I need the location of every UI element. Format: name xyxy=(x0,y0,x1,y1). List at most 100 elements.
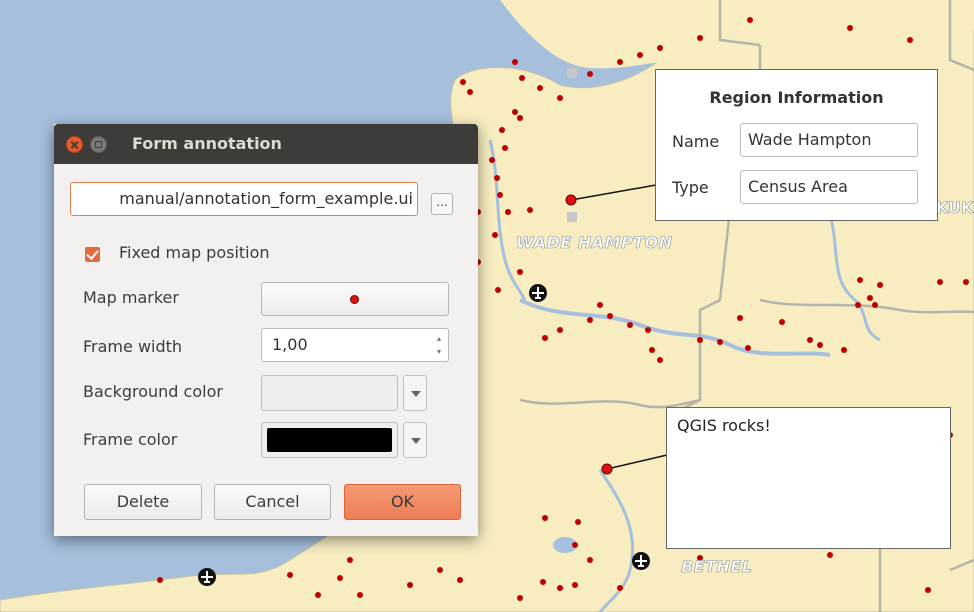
airport-icon xyxy=(529,284,547,302)
fixed-map-position-checkbox[interactable] xyxy=(85,247,100,262)
marker-symbol-icon xyxy=(350,295,359,304)
frame-color-button[interactable] xyxy=(261,422,398,458)
map-point xyxy=(517,115,523,121)
map-point xyxy=(575,519,581,525)
spin-arrows-icon[interactable]: ▴ ▾ xyxy=(434,332,444,358)
close-icon[interactable] xyxy=(66,136,83,153)
map-point xyxy=(492,232,498,238)
map-point xyxy=(877,282,883,288)
map-point xyxy=(747,17,753,23)
dialog-titlebar[interactable]: Form annotation xyxy=(54,124,478,164)
map-point xyxy=(489,157,495,163)
map-point xyxy=(502,145,508,151)
frame-color-dropdown[interactable] xyxy=(403,422,427,458)
frame-color-label: Frame color xyxy=(83,430,178,449)
map-point xyxy=(697,35,703,41)
text-annotation[interactable]: QGIS rocks! xyxy=(666,407,951,549)
text-annotation-marker xyxy=(601,463,613,475)
map-label-kuk: KUK xyxy=(936,198,974,218)
map-point xyxy=(645,327,651,333)
map-point xyxy=(542,515,548,521)
map-point xyxy=(937,279,943,285)
background-color-button[interactable] xyxy=(261,375,398,411)
map-point xyxy=(717,339,723,345)
map-point xyxy=(347,557,353,563)
region-annotation-title: Region Information xyxy=(709,88,884,107)
map-point xyxy=(587,557,593,563)
map-point xyxy=(617,585,623,591)
map-point xyxy=(542,335,548,341)
dialog-title: Form annotation xyxy=(132,134,282,153)
region-name-label: Name xyxy=(672,132,720,151)
map-point xyxy=(357,592,363,598)
delete-button[interactable]: Delete xyxy=(84,484,202,520)
map-point xyxy=(460,79,466,85)
map-point xyxy=(157,577,163,583)
frame-width-spinbox[interactable]: 1,00 ▴ ▾ xyxy=(261,328,449,362)
region-type-label: Type xyxy=(672,178,709,197)
map-point xyxy=(827,552,833,558)
map-point xyxy=(617,59,623,65)
frame-width-label: Frame width xyxy=(83,337,183,356)
map-point xyxy=(807,337,813,343)
region-information-annotation[interactable]: Region Information Name Wade Hampton Typ… xyxy=(655,69,938,221)
map-marker-label: Map marker xyxy=(83,288,179,307)
region-type-field[interactable]: Census Area xyxy=(740,170,918,204)
ok-button[interactable]: OK xyxy=(344,484,461,520)
region-name-field[interactable]: Wade Hampton xyxy=(740,123,918,157)
map-point xyxy=(287,572,293,578)
map-handle xyxy=(567,212,577,222)
background-color-dropdown[interactable] xyxy=(403,375,427,411)
map-point xyxy=(855,302,861,308)
cancel-button[interactable]: Cancel xyxy=(214,484,331,520)
map-point xyxy=(495,287,501,293)
map-point xyxy=(457,577,463,583)
airport-icon xyxy=(198,568,216,586)
fixed-map-position-label[interactable]: Fixed map position xyxy=(119,243,270,262)
map-point xyxy=(512,109,518,115)
map-point xyxy=(572,582,578,588)
form-file-path-text: manual/annotation_form_example.ui xyxy=(119,189,413,208)
map-point xyxy=(867,295,873,301)
map-point xyxy=(925,587,931,593)
map-point xyxy=(697,337,703,343)
region-annotation-marker xyxy=(565,194,577,206)
map-point xyxy=(637,52,643,58)
map-point xyxy=(494,175,500,181)
map-point xyxy=(872,302,878,308)
map-point xyxy=(587,71,593,77)
map-point xyxy=(627,322,633,328)
map-point xyxy=(517,595,523,601)
map-point xyxy=(907,37,913,43)
minimize-icon[interactable] xyxy=(90,136,107,153)
map-point xyxy=(841,347,847,353)
map-point xyxy=(537,85,543,91)
form-file-path-input[interactable]: manual/annotation_form_example.ui xyxy=(70,182,418,216)
map-marker-button[interactable] xyxy=(261,282,449,316)
map-point xyxy=(745,345,751,351)
map-point xyxy=(963,279,969,285)
map-point xyxy=(649,347,655,353)
map-point xyxy=(540,579,546,585)
map-point xyxy=(657,357,663,363)
map-point xyxy=(607,313,613,319)
text-annotation-content: QGIS rocks! xyxy=(677,416,771,435)
map-point xyxy=(779,319,785,325)
airport-icon xyxy=(632,552,650,570)
background-color-swatch xyxy=(267,381,392,405)
map-point xyxy=(557,95,563,101)
frame-width-value: 1,00 xyxy=(272,335,308,354)
map-point xyxy=(499,127,505,133)
map-point xyxy=(437,567,443,573)
browse-button[interactable]: ... xyxy=(431,193,453,215)
map-point xyxy=(857,277,863,283)
map-point xyxy=(497,192,503,198)
background-color-label: Background color xyxy=(83,382,223,401)
map-point xyxy=(597,302,603,308)
map-point xyxy=(557,327,563,333)
map-point xyxy=(512,59,518,65)
map-point xyxy=(572,542,578,548)
map-point xyxy=(517,269,523,275)
frame-color-swatch xyxy=(267,428,392,452)
map-point xyxy=(737,315,743,321)
